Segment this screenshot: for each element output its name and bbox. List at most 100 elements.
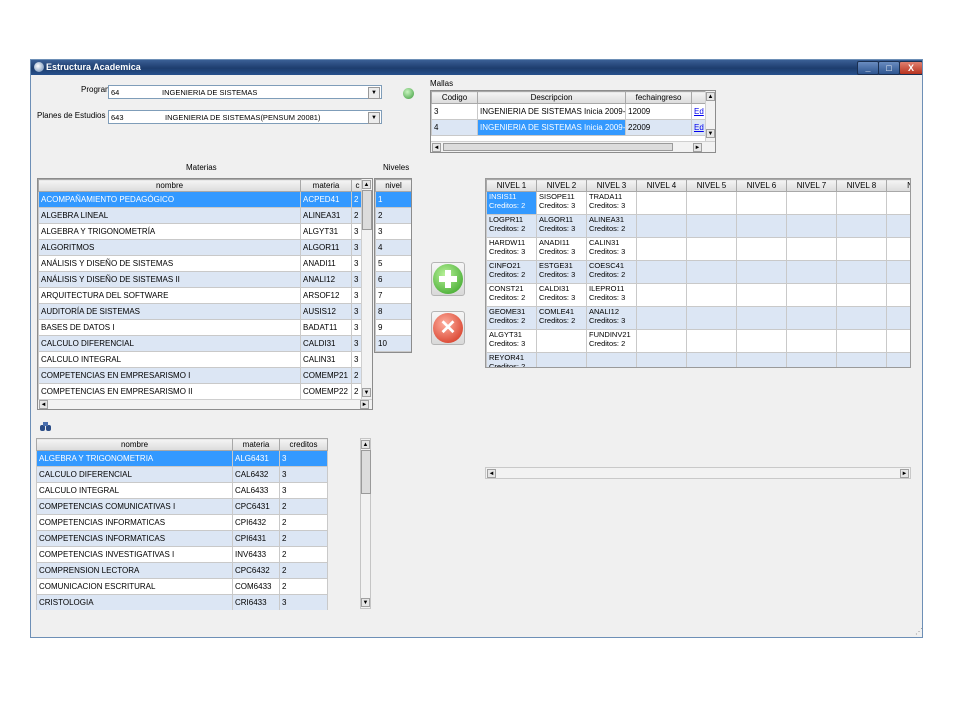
materia-creditos[interactable]: 3 xyxy=(279,450,328,467)
table-row[interactable]: COMPETENCIAS COMUNICATIVAS I CPC6431 2 xyxy=(36,498,328,515)
materia-nombre[interactable]: COMPETENCIAS INFORMATICAS xyxy=(36,530,233,547)
table-row[interactable]: ALGEBRA LINEAL ALINEA31 2 xyxy=(38,207,364,224)
level-header[interactable]: NIVEL 6 xyxy=(736,179,787,192)
materia-creditos[interactable]: 2 xyxy=(279,562,328,579)
table-row[interactable]: HARDW11 Creditos: 3 ANADI11 Creditos: 3 CALI… xyxy=(486,237,910,261)
level-cell[interactable] xyxy=(736,283,787,307)
level-cell[interactable] xyxy=(686,214,737,238)
table-row[interactable]: 2 xyxy=(375,207,411,224)
materia-codigo[interactable]: ANALI12 xyxy=(300,271,352,288)
materia-creditos[interactable]: 3 xyxy=(279,482,328,499)
minimize-button[interactable]: _ xyxy=(857,61,879,75)
malla-codigo[interactable]: 3 xyxy=(431,103,478,120)
table-row[interactable]: COMUNICACION ESCRITURAL COM6433 2 xyxy=(36,578,328,595)
materia-codigo[interactable]: AUSIS12 xyxy=(300,303,352,320)
materia-creditos[interactable]: 2 xyxy=(279,578,328,595)
nivel-cell[interactable]: 2 xyxy=(375,207,411,224)
table-row[interactable]: COMPETENCIAS INFORMATICAS CPI6432 2 xyxy=(36,514,328,531)
level-header[interactable]: NIVE xyxy=(886,179,910,192)
level-cell[interactable] xyxy=(786,352,837,367)
table-row[interactable]: ANÁLISIS Y DISEÑO DE SISTEMAS ANADI11 3 xyxy=(38,255,364,272)
level-cell[interactable] xyxy=(736,352,787,367)
scroll-thumb[interactable] xyxy=(361,450,371,494)
level-cell[interactable] xyxy=(886,283,910,307)
level-header[interactable]: NIVEL 1 xyxy=(486,179,537,192)
materia-nombre[interactable]: ANÁLISIS Y DISEÑO DE SISTEMAS xyxy=(38,255,301,272)
scroll-down-icon[interactable]: ▼ xyxy=(361,598,370,607)
planes-combo[interactable]: 643 INGENIERIA DE SISTEMAS(PENSUM 20081)… xyxy=(108,110,382,124)
level-cell[interactable] xyxy=(836,306,887,330)
table-row[interactable]: LOGPR11 Creditos: 2 ALGOR11 Creditos: 3 ALIN… xyxy=(486,214,910,238)
level-cell[interactable] xyxy=(886,260,910,284)
table-row[interactable]: 4 INGENIERIA DE SISTEMAS Inicia 2009-2 2… xyxy=(431,119,707,136)
edit-link[interactable]: Ed xyxy=(694,123,704,132)
edit-link[interactable]: Ed xyxy=(694,107,704,116)
level-cell[interactable]: TRADA11 Creditos: 3 xyxy=(586,191,637,215)
malla-fecha[interactable]: 22009 xyxy=(625,119,692,136)
materia-nombre[interactable]: CRISTOLOGIA xyxy=(36,594,233,610)
close-button[interactable]: X xyxy=(899,61,922,75)
level-cell[interactable] xyxy=(836,329,887,353)
materia-creditos[interactable]: 2 xyxy=(279,530,328,547)
level-cell[interactable] xyxy=(836,214,887,238)
level-cell[interactable]: CONST21 Creditos: 2 xyxy=(486,283,537,307)
materia-codigo[interactable]: ALGYT31 xyxy=(300,223,352,240)
level-cell[interactable]: COESC41 Creditos: 2 xyxy=(586,260,637,284)
materia-nombre[interactable]: ALGEBRA Y TRIGONOMETRÍA xyxy=(38,223,301,240)
malla-descripcion[interactable]: INGENIERIA DE SISTEMAS Inicia 2009-2 xyxy=(477,119,626,136)
mallas-header[interactable]: fechaingreso xyxy=(625,91,692,104)
mallas-hscrollbar[interactable]: ◄ ► xyxy=(431,141,715,152)
level-cell[interactable] xyxy=(836,352,887,367)
materia-codigo[interactable]: CPC6432 xyxy=(232,562,280,579)
materia-nombre[interactable]: COMPRENSION LECTORA xyxy=(36,562,233,579)
materia-codigo[interactable]: ALINEA31 xyxy=(300,207,352,224)
level-cell[interactable] xyxy=(736,260,787,284)
table-row[interactable]: 8 xyxy=(375,303,411,320)
scroll-right-icon[interactable]: ► xyxy=(693,143,702,152)
materia-codigo[interactable]: CPI6431 xyxy=(232,530,280,547)
table-row[interactable]: AUDITORÍA DE SISTEMAS AUSIS12 3 xyxy=(38,303,364,320)
level-cell[interactable] xyxy=(686,283,737,307)
maximize-button[interactable]: □ xyxy=(878,61,900,75)
level-cell[interactable] xyxy=(686,306,737,330)
level-cell[interactable] xyxy=(836,191,887,215)
refresh-icon[interactable] xyxy=(403,88,414,99)
table-row[interactable]: ACOMPAÑAMIENTO PEDAGÓGICO ACPED41 2 xyxy=(38,191,364,208)
table-row[interactable]: 3 xyxy=(375,223,411,240)
table-row[interactable]: 10 xyxy=(375,335,411,352)
malla-descripcion[interactable]: INGENIERIA DE SISTEMAS Inicia 2009-1 xyxy=(477,103,626,120)
nivel-cell[interactable]: 1 xyxy=(375,191,411,208)
level-cell[interactable] xyxy=(686,260,737,284)
materia-codigo[interactable]: COMEMP21 xyxy=(300,367,352,384)
level-cell[interactable]: ILEPRO11 Creditos: 3 xyxy=(586,283,637,307)
level-cell[interactable]: INSIS11 Creditos: 2 xyxy=(486,191,537,215)
level-cell[interactable] xyxy=(786,237,837,261)
materia-codigo[interactable]: CPC6431 xyxy=(232,498,280,515)
materia-creditos[interactable]: 2 xyxy=(279,514,328,531)
level-cell[interactable]: GEOME31 Creditos: 2 xyxy=(486,306,537,330)
materia-nombre[interactable]: COMPETENCIAS INVESTIGATIVAS I xyxy=(36,546,233,563)
levels-hscrollbar[interactable]: ◄ ► xyxy=(485,467,911,479)
materia-nombre[interactable]: COMPETENCIAS INFORMATICAS xyxy=(36,514,233,531)
level-cell[interactable] xyxy=(636,329,687,353)
materia-nombre[interactable]: ARQUITECTURA DEL SOFTWARE xyxy=(38,287,301,304)
materias-vscrollbar[interactable]: ▲ ▼ xyxy=(361,179,372,399)
level-cell[interactable] xyxy=(886,306,910,330)
materia-nombre[interactable]: ACOMPAÑAMIENTO PEDAGÓGICO xyxy=(38,191,301,208)
scroll-down-icon[interactable]: ▼ xyxy=(362,388,371,397)
materia-codigo[interactable]: INV6433 xyxy=(232,546,280,563)
binoculars-icon[interactable] xyxy=(40,422,52,432)
level-cell[interactable] xyxy=(636,283,687,307)
materias-header-nombre[interactable]: nombre xyxy=(38,179,301,192)
level-cell[interactable] xyxy=(636,306,687,330)
materia-codigo[interactable]: ALG6431 xyxy=(232,450,280,467)
table-row[interactable]: 1 xyxy=(375,191,411,208)
level-cell[interactable]: LOGPR11 Creditos: 2 xyxy=(486,214,537,238)
level-cell[interactable]: CALIN31 Creditos: 3 xyxy=(586,237,637,261)
nivel-cell[interactable]: 7 xyxy=(375,287,411,304)
nivel-cell[interactable]: 5 xyxy=(375,255,411,272)
materia-codigo[interactable]: CRI6433 xyxy=(232,594,280,610)
scroll-left-icon[interactable]: ◄ xyxy=(39,400,48,409)
table-row[interactable]: ALGEBRA Y TRIGONOMETRÍA ALGYT31 3 xyxy=(38,223,364,240)
materia-nombre[interactable]: ALGEBRA LINEAL xyxy=(38,207,301,224)
